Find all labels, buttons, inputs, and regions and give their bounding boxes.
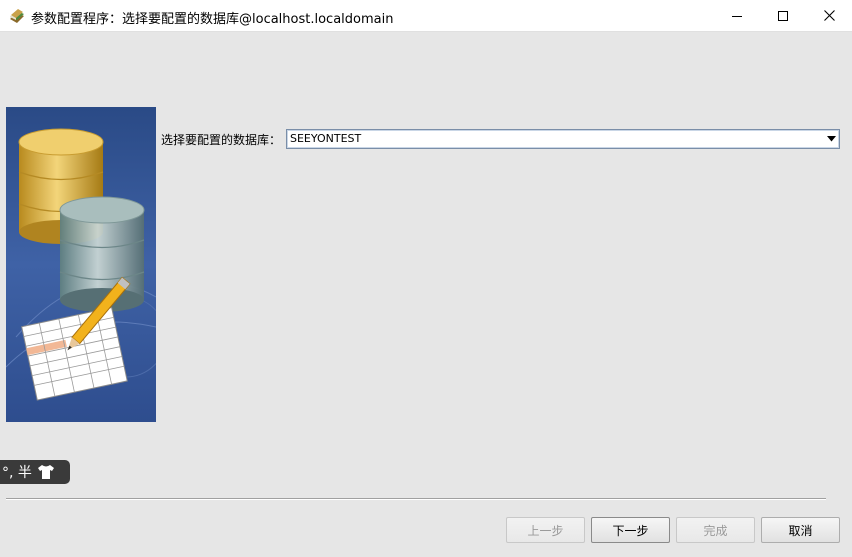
database-select[interactable]: SEEYONTEST <box>286 129 840 149</box>
close-button[interactable] <box>806 0 852 31</box>
title-bar: 参数配置程序：选择要配置的数据库@localhost.localdomain <box>0 0 852 32</box>
cancel-button[interactable]: 取消 <box>761 517 840 543</box>
minimize-button[interactable] <box>714 0 760 31</box>
database-select-label: 选择要配置的数据库： <box>161 133 282 147</box>
maximize-icon <box>778 10 788 21</box>
close-icon <box>823 10 835 21</box>
footer-separator <box>6 498 826 500</box>
shirt-icon <box>37 465 54 479</box>
ime-status-indicator[interactable]: °, 半 <box>0 460 70 484</box>
database-banner-image <box>6 107 156 422</box>
previous-button[interactable]: 上一步 <box>506 517 585 543</box>
finish-button[interactable]: 完成 <box>676 517 755 543</box>
ime-status-text: °, 半 <box>2 465 32 481</box>
books-icon <box>8 7 26 25</box>
maximize-button[interactable] <box>760 0 806 31</box>
next-button[interactable]: 下一步 <box>591 517 670 543</box>
chevron-down-icon <box>827 136 836 142</box>
minimize-icon <box>732 15 742 17</box>
database-select-value: SEEYONTEST <box>290 132 362 145</box>
window-title: 参数配置程序：选择要配置的数据库@localhost.localdomain <box>31 12 394 27</box>
